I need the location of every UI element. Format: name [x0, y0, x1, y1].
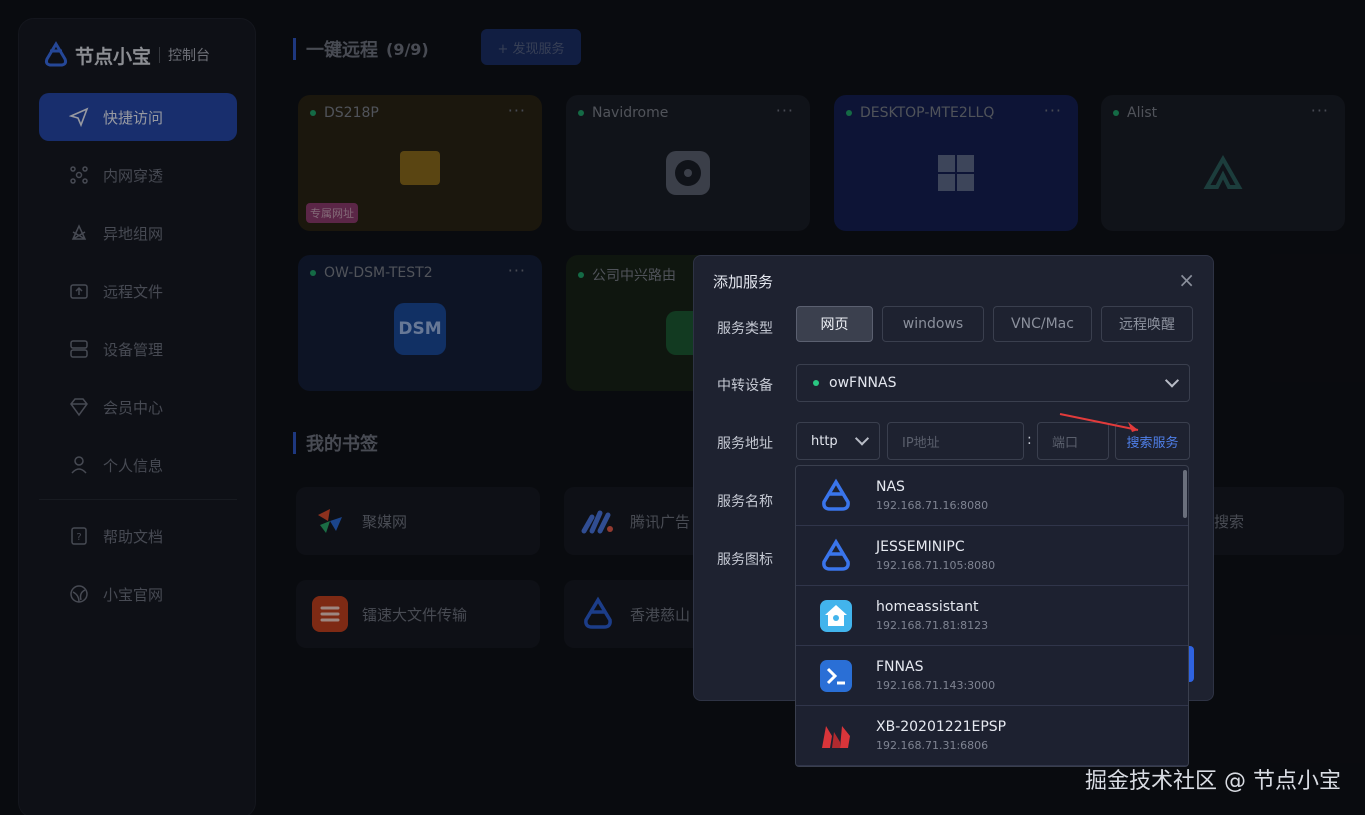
type-vnc-button[interactable]: VNC/Mac [993, 306, 1092, 342]
close-icon[interactable]: × [1178, 268, 1195, 292]
list-item[interactable]: FNNAS 192.168.71.143:3000 [796, 646, 1188, 706]
ddnsto-icon [822, 478, 850, 511]
result-name: FNNAS [876, 659, 924, 675]
service-name-label: 服务名称 [717, 494, 773, 510]
relay-device-value: owFNNAS [829, 375, 897, 391]
type-wake-button[interactable]: 远程唤醒 [1101, 306, 1193, 342]
relay-device-select[interactable]: owFNNAS [796, 364, 1190, 402]
list-item[interactable]: XB-20201221EPSP 192.168.71.31:6806 [796, 706, 1188, 766]
result-name: JESSEMINIPC [876, 539, 965, 555]
chevron-down-icon [1164, 373, 1180, 388]
dropdown-scrollbar[interactable] [1183, 470, 1187, 518]
ip-port-separator: : [1027, 432, 1032, 448]
red-m-icon [822, 725, 850, 748]
list-item[interactable]: NAS 192.168.71.16:8080 [796, 466, 1188, 526]
result-address: 192.168.71.143:3000 [876, 679, 996, 692]
list-item[interactable]: homeassistant 192.168.71.81:8123 [796, 586, 1188, 646]
type-windows-button[interactable]: windows [882, 306, 984, 342]
type-web-button[interactable]: 网页 [796, 306, 873, 342]
online-dot [813, 380, 819, 386]
result-address: 192.168.71.105:8080 [876, 559, 996, 572]
result-name: XB-20201221EPSP [876, 719, 1007, 735]
protocol-value: http [811, 433, 838, 449]
result-name: NAS [876, 479, 905, 495]
result-name: homeassistant [876, 599, 979, 615]
home-assistant-icon [820, 599, 852, 632]
service-search-results: NAS 192.168.71.16:8080 JESSEMINIPC 192.168… [795, 465, 1189, 767]
service-icon-label: 服务图标 [717, 552, 773, 568]
service-address-label: 服务地址 [717, 436, 773, 452]
ip-input[interactable]: IP地址 [887, 422, 1024, 460]
service-type-label: 服务类型 [717, 321, 773, 337]
result-address: 192.168.71.31:6806 [876, 739, 989, 752]
relay-device-label: 中转设备 [717, 378, 773, 394]
chevron-down-icon [854, 431, 870, 446]
red-arrow-annotation [1059, 413, 1139, 432]
result-address: 192.168.71.81:8123 [876, 619, 989, 632]
dialog-title: 添加服务 [713, 273, 774, 291]
terminal-icon [820, 659, 852, 692]
list-item[interactable]: JESSEMINIPC 192.168.71.105:8080 [796, 526, 1188, 586]
ddnsto-icon [822, 538, 850, 571]
watermark: 掘金技术社区 @ 节点小宝 [1085, 769, 1341, 794]
result-address: 192.168.71.16:8080 [876, 499, 989, 512]
protocol-select[interactable]: http [796, 422, 880, 460]
